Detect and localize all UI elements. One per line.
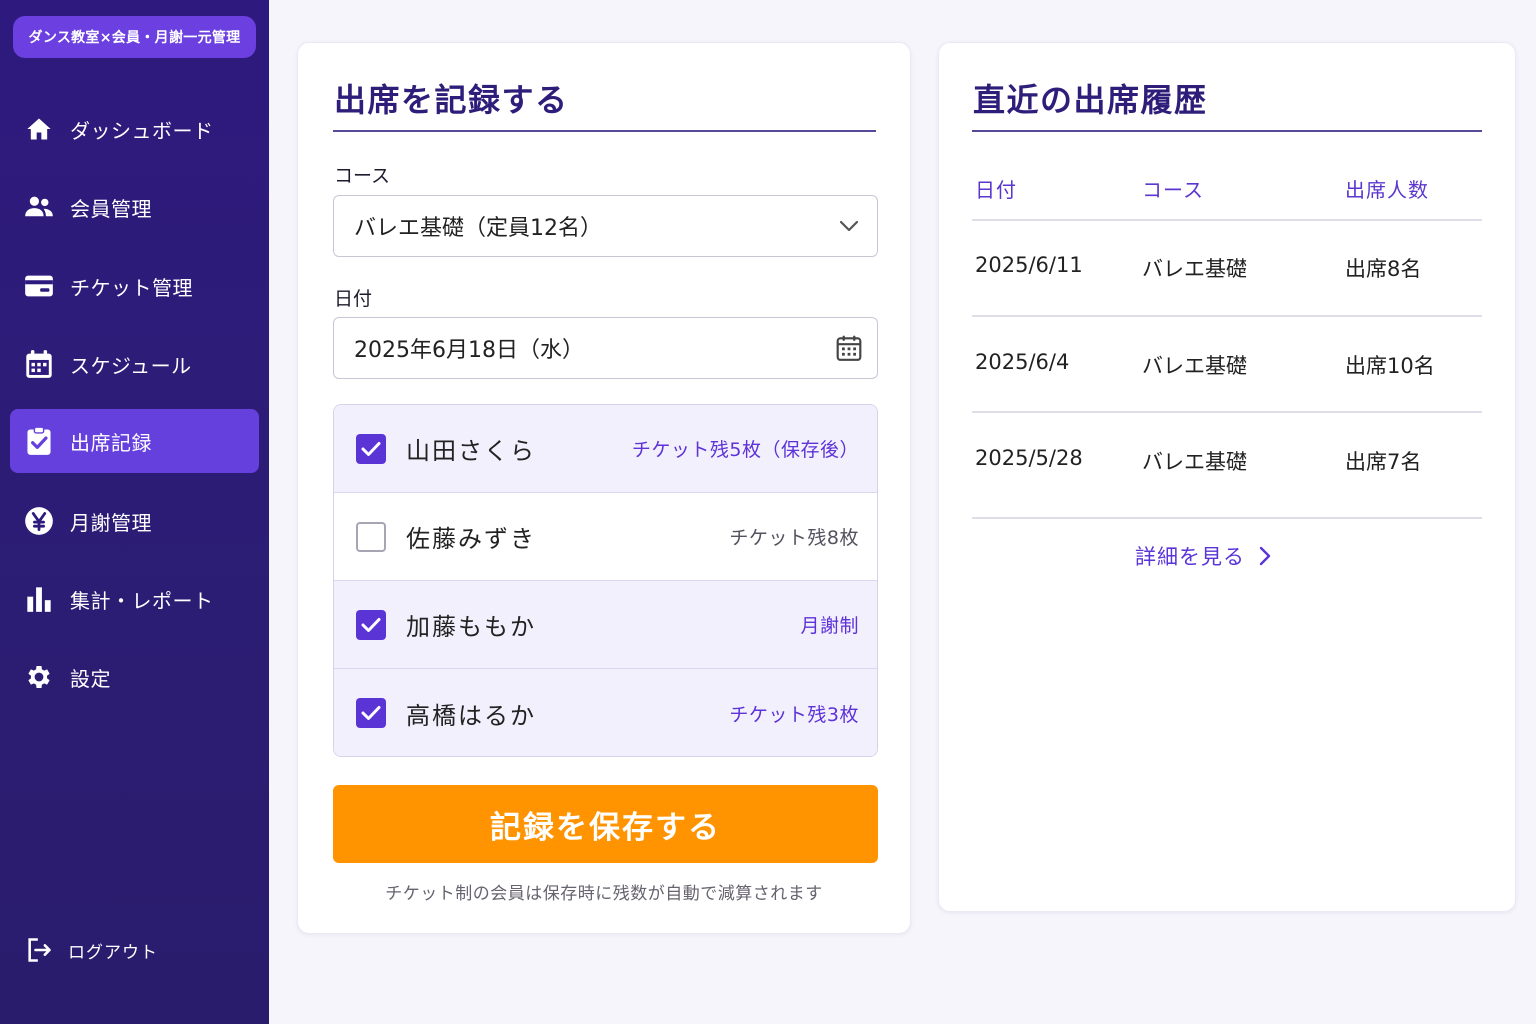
course-label: コース (334, 165, 391, 187)
member-name: 山田さくら (406, 437, 536, 465)
member-ticket-status: チケット残8枚 (729, 527, 859, 549)
date-picker[interactable]: 2025年6月18日（水） (333, 317, 878, 379)
logout-icon (24, 935, 54, 965)
sidebar-item-tickets[interactable]: チケット管理 (10, 254, 259, 318)
sidebar-item-tuition[interactable]: 月謝管理 (10, 489, 259, 553)
bar-chart-icon (24, 584, 54, 614)
history-course: バレエ基礎 (1142, 354, 1247, 378)
sidebar-item-schedule[interactable]: スケジュール (10, 332, 259, 396)
sidebar-item-label: 出席記録 (70, 430, 152, 455)
column-header-course: コース (1142, 178, 1204, 202)
save-record-button[interactable]: 記録を保存する (333, 785, 878, 863)
users-icon (24, 192, 54, 222)
calendar-icon[interactable] (835, 334, 863, 362)
member-row[interactable]: 高橋はるか チケット残3枚 (334, 669, 877, 756)
save-hint-text: チケット制の会員は保存時に残数が自動で減算されます (385, 884, 823, 904)
sidebar-item-label: 設定 (70, 666, 111, 691)
history-date: 2025/6/4 (975, 350, 1070, 374)
member-checklist: 山田さくら チケット残5枚（保存後） 佐藤みずき チケット残8枚 加藤ももか 月… (333, 404, 878, 757)
member-ticket-status: チケット残5枚（保存後） (631, 439, 859, 461)
attendance-form-card: 出席を記録する コース バレエ基礎（定員12名） 日付 2025年6月18日（水… (297, 42, 911, 934)
member-checkbox[interactable] (356, 698, 386, 728)
history-attendees: 出席7名 (1345, 450, 1422, 474)
sidebar-item-attendance[interactable]: 出席記録 (10, 409, 259, 473)
course-select-value: バレエ基礎（定員12名） (354, 216, 602, 241)
member-name: 佐藤みずき (406, 525, 536, 553)
member-row[interactable]: 山田さくら チケット残5枚（保存後） (334, 405, 877, 493)
sidebar-item-settings[interactable]: 設定 (10, 645, 259, 709)
title-divider (333, 130, 876, 132)
calendar-icon (24, 349, 54, 379)
date-label: 日付 (334, 288, 373, 310)
sidebar-item-members[interactable]: 会員管理 (10, 175, 259, 239)
member-checkbox[interactable] (356, 433, 386, 464)
history-attendees: 出席8名 (1345, 257, 1422, 281)
history-title: 直近の出席履歴 (973, 81, 1208, 119)
view-details-label: 詳細を見る (1135, 545, 1245, 569)
member-checkbox[interactable] (356, 521, 386, 552)
column-header-attendees: 出席人数 (1345, 178, 1429, 202)
yen-icon (24, 506, 54, 536)
history-date: 2025/6/11 (975, 253, 1083, 277)
chevron-down-icon (835, 212, 863, 240)
brand-badge: ダンス教室×会員・月謝一元管理 (13, 16, 256, 58)
history-date: 2025/5/28 (975, 446, 1083, 470)
table-divider (972, 411, 1482, 413)
member-row[interactable]: 佐藤みずき チケット残8枚 (334, 493, 877, 581)
column-header-date: 日付 (975, 178, 1017, 202)
date-picker-value: 2025年6月18日（水） (354, 338, 584, 363)
page-title: 出席を記録する (334, 81, 569, 119)
member-row[interactable]: 加藤ももか 月謝制 (334, 581, 877, 669)
ticket-card-icon (24, 271, 54, 301)
member-name: 高橋はるか (406, 701, 536, 730)
sidebar-item-reports[interactable]: 集計・レポート (10, 567, 259, 631)
member-ticket-status: チケット残3枚 (729, 703, 859, 726)
member-checkbox[interactable] (356, 609, 386, 640)
sidebar-item-label: ダッシュボード (70, 118, 214, 143)
logout-button[interactable]: ログアウト (10, 922, 259, 978)
chevron-right-icon (1259, 546, 1271, 566)
logout-label: ログアウト (68, 942, 158, 963)
clipboard-check-icon (24, 426, 54, 456)
sidebar-item-label: 会員管理 (70, 196, 152, 221)
history-attendees: 出席10名 (1345, 354, 1435, 378)
history-course: バレエ基礎 (1142, 257, 1247, 281)
member-ticket-status: 月謝制 (800, 615, 859, 637)
member-name: 加藤ももか (406, 613, 536, 641)
table-divider (972, 315, 1482, 317)
view-details-link[interactable]: 詳細を見る (1135, 541, 1271, 571)
sidebar-item-label: 月謝管理 (70, 510, 152, 535)
gear-icon (24, 662, 54, 692)
sidebar-item-label: スケジュール (70, 353, 192, 378)
table-divider (972, 219, 1482, 221)
sidebar-item-dashboard[interactable]: ダッシュボード (10, 97, 259, 161)
title-divider (972, 130, 1482, 132)
sidebar: ダンス教室×会員・月謝一元管理 ダッシュボード 会員管理 チケット管理 スケジュ… (0, 0, 269, 1024)
home-icon (24, 114, 54, 144)
history-course: バレエ基礎 (1142, 450, 1247, 474)
course-select[interactable]: バレエ基礎（定員12名） (333, 195, 878, 257)
sidebar-item-label: 集計・レポート (70, 588, 214, 613)
sidebar-item-label: チケット管理 (70, 275, 193, 300)
attendance-history-card: 直近の出席履歴 日付 コース 出席人数 2025/6/11 バレエ基礎 出席8名… (938, 42, 1516, 912)
table-divider (972, 517, 1482, 519)
